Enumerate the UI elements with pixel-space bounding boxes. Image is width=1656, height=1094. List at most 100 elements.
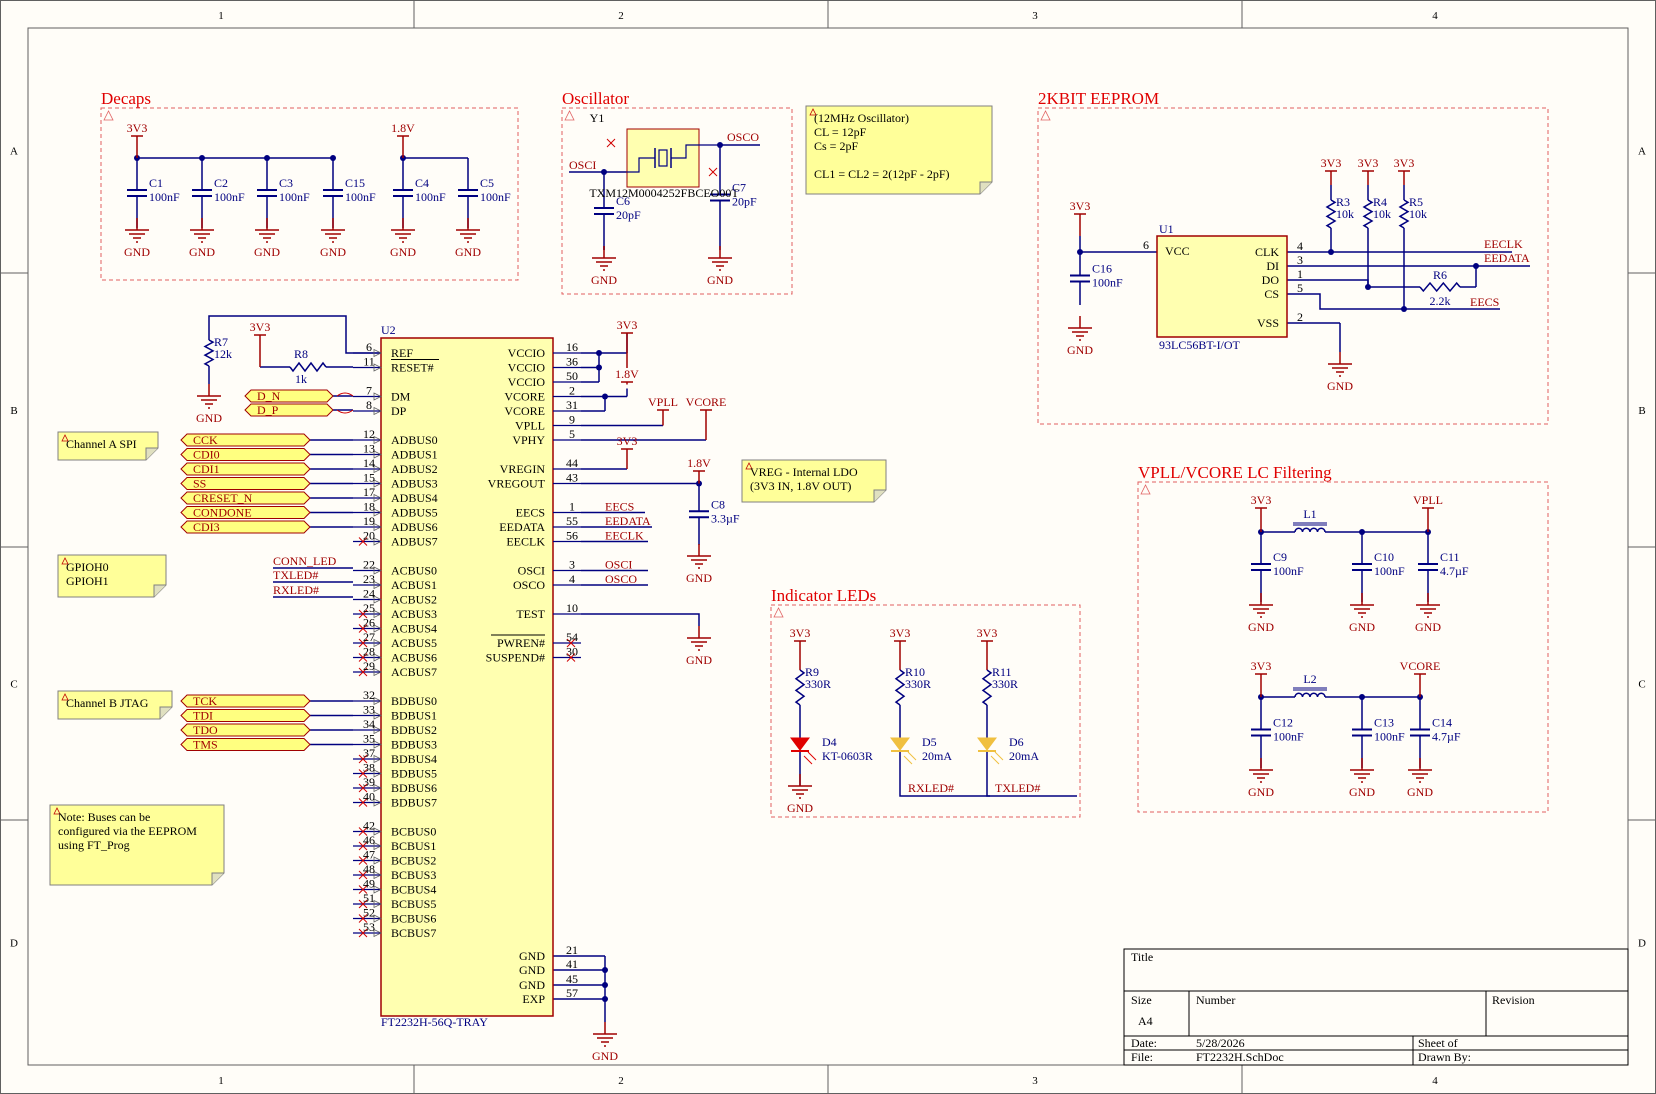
power-label: 1.8V [391,121,415,135]
gnd-label: GND [320,245,346,259]
port-label: CCK [193,433,218,447]
note-text: Cs = 2pF [814,139,858,153]
pin-number: 8 [366,398,372,412]
column-label: 4 [1432,10,1438,22]
pin-number: 5 [569,427,575,441]
pin-name: VREGOUT [488,477,546,491]
tb-date-value: 5/28/2026 [1196,1036,1245,1050]
ic-part: FT2232H-56Q-TRAY [381,1015,488,1029]
power-label: 3V3 [1321,156,1342,170]
note-text: CL1 = CL2 = 2(12pF - 2pF) [814,167,950,181]
net-label: CONN_LED [273,554,337,568]
pin-number: 20 [363,529,375,543]
pin-name: VCORE [504,404,545,418]
cap-value: 100nF [214,190,245,204]
pin-name: ACBUS4 [391,622,437,636]
led-value: 20mA [1009,749,1039,763]
pin-name: BDBUS0 [391,694,437,708]
pin-number: 54 [566,630,578,644]
power-label: 1.8V [615,367,639,381]
pin-name: REF [391,346,413,360]
row-label: B [10,405,17,417]
resistor [1398,199,1410,229]
section-title: VPLL/VCORE LC Filtering [1138,463,1332,482]
pin-number: 3 [1297,253,1303,267]
pin-name: ADBUS3 [391,477,438,491]
pin-number: 50 [566,369,578,383]
led-ray [903,755,913,765]
note-fold [873,489,886,502]
gnd-label: GND [1349,620,1375,634]
gnd-label: GND [1248,620,1274,634]
cap-value: 20pF [616,208,641,222]
pin-number: 13 [363,442,375,456]
cap-ref: C3 [279,176,293,190]
net-label: TXLED# [273,568,318,582]
power-label: 3V3 [617,318,638,332]
pin-name: EECLK [506,535,545,549]
led-ref: D6 [1009,735,1024,749]
power-label: 3V3 [1358,156,1379,170]
power-label: 3V3 [127,121,148,135]
net-label: OSCO [727,130,759,144]
pin-number: 40 [363,790,375,804]
cap-ref: C5 [480,176,494,190]
pin-name: VPHY [512,433,545,447]
row-label: C [1638,679,1645,691]
wire [581,613,700,626]
pin-number: 1 [1297,267,1303,281]
pin-name: ADBUS7 [391,535,438,549]
junction-dot [602,967,608,973]
cap-value: 100nF [279,190,310,204]
tb-revision: Revision [1492,993,1535,1007]
pin-number: 25 [363,601,375,615]
tb-file-value: FT2232H.SchDoc [1196,1050,1284,1064]
led-ray [994,751,1004,761]
net-label: EECS [1470,295,1499,309]
gnd-label: GND [686,571,712,585]
pin-number: 33 [363,703,375,717]
pin-name: VPLL [515,419,545,433]
resistor [203,339,215,367]
pin-number: 21 [566,943,578,957]
led-value: 20mA [922,749,952,763]
cap-value: 100nF [480,190,511,204]
power-label: VPLL [1413,493,1443,507]
pin-number: 44 [566,456,578,470]
pin-number: 15 [363,471,375,485]
port-label: CRESET_N [193,491,253,505]
cap-ref: C8 [711,497,725,511]
resistor [794,669,806,706]
pin-name: VCCIO [508,361,546,375]
note-text: GPIOH0 [66,560,109,574]
cap-value: 100nF [1273,564,1304,578]
tb-file: File: [1131,1050,1153,1064]
column-label: 3 [1032,10,1038,22]
pin-number: 49 [363,877,375,891]
resistor [1325,199,1337,229]
note-text: (3V3 IN, 1.8V OUT) [750,479,851,493]
pin-number: 51 [363,891,375,905]
title-block: TitleSizeA4Number RevisionDate: 5/28/2026F… [1123,948,1629,1066]
power-label: 3V3 [977,626,998,640]
section-marker [564,110,575,121]
row-label: D [10,938,18,950]
resistor [289,361,327,373]
pin-name: EEDATA [499,520,545,534]
gnd-label: GND [1248,785,1274,799]
cap-value: 100nF [1374,730,1405,744]
net-label: EEDATA [605,514,651,528]
gnd-label: GND [196,411,222,425]
led-body [977,737,997,751]
pin-number: 34 [363,717,375,731]
pin-number: 36 [566,355,578,369]
led-ray [803,755,813,765]
led-value: KT-0603R [822,749,873,763]
pin-name: CLK [1255,245,1279,259]
column-label: 3 [1032,1075,1038,1087]
pin-number: 45 [566,972,578,986]
cap-ref: C10 [1374,550,1394,564]
port-label: TDO [193,723,218,737]
note-text: Note: Buses can be [58,810,150,824]
gnd-label: GND [1407,785,1433,799]
